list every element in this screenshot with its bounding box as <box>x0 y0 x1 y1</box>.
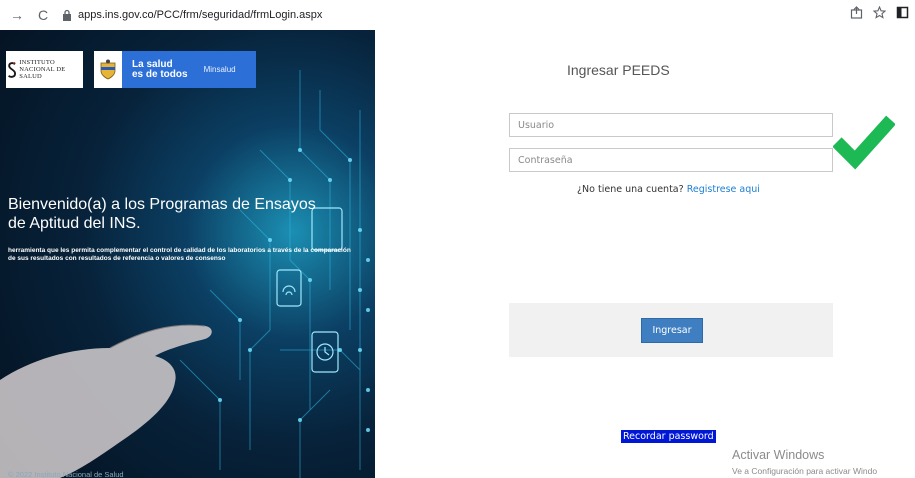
welcome-heading: Bienvenido(a) a los Programas de Ensayos… <box>8 196 316 232</box>
ins-logo-text: Instituto Nacional de Salud <box>19 59 66 80</box>
coat-of-arms-icon <box>94 51 122 88</box>
browser-toolbar: → C apps.ins.gov.co/PCC/frm/seguridad/fr… <box>0 0 915 30</box>
sidebar-icon[interactable] <box>896 6 909 19</box>
minsalud-label: Minsalud <box>203 65 236 74</box>
hero-panel: Instituto Nacional de Salud La salud es … <box>0 30 375 478</box>
windows-activation-title: Activar Windows <box>732 448 825 462</box>
logo-strip: Instituto Nacional de Salud La salud es … <box>6 51 256 88</box>
url-text: apps.ins.gov.co/PCC/frm/seguridad/frmLog… <box>78 9 323 21</box>
submit-area: Ingresar <box>509 303 833 357</box>
star-icon[interactable] <box>873 6 886 19</box>
recover-password-button[interactable]: Recordar password <box>621 430 716 443</box>
address-bar[interactable]: apps.ins.gov.co/PCC/frm/seguridad/frmLog… <box>62 4 862 26</box>
forward-button[interactable]: → <box>8 7 26 23</box>
reload-button[interactable]: C <box>34 7 52 23</box>
minsalud-logo: La salud es de todos Minsalud <box>94 51 256 88</box>
welcome-description: herramienta que les permita complementar… <box>8 247 351 262</box>
login-button[interactable]: Ingresar <box>641 318 703 343</box>
salud-slogan: La salud es de todos <box>132 58 188 80</box>
register-link[interactable]: Registrese aqui <box>687 184 760 195</box>
browser-actions <box>850 6 909 19</box>
no-account-text: ¿No tiene una cuenta? <box>577 184 684 195</box>
checkmark-icon <box>833 115 895 170</box>
copyright-footer: © 2022 Instituto Nacional de Salud <box>8 470 124 478</box>
password-input[interactable] <box>509 148 833 172</box>
ins-logo: Instituto Nacional de Salud <box>6 51 83 88</box>
lock-icon <box>63 9 71 21</box>
share-icon[interactable] <box>850 6 863 19</box>
username-input[interactable] <box>509 113 833 137</box>
login-title: Ingresar PEEDS <box>567 62 670 78</box>
ins-s-icon <box>8 61 17 78</box>
windows-activation-subtitle: Ve a Configuración para activar Windo <box>732 466 878 476</box>
register-prompt: ¿No tiene una cuenta? Registrese aqui <box>577 184 760 195</box>
